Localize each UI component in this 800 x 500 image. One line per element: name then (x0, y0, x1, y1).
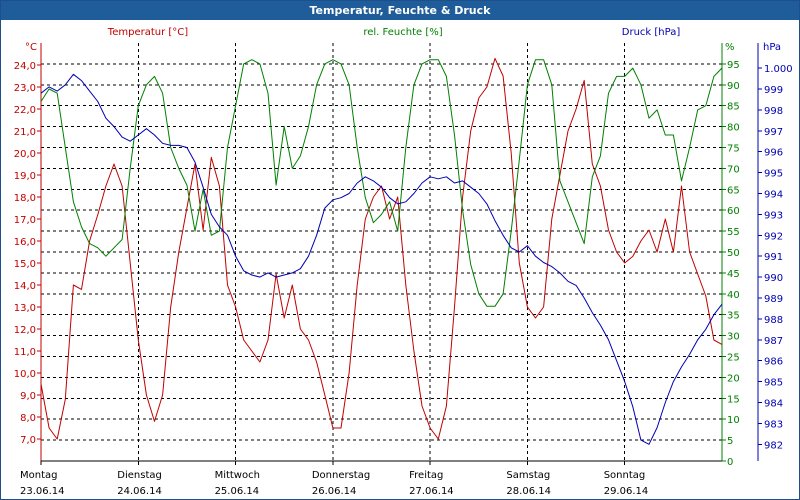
x-tick-date: 27.06.14 (409, 486, 454, 497)
pressure-tick-label: 991 (764, 252, 783, 263)
x-tick-date: 23.06.14 (20, 486, 65, 497)
humidity-tick-label: 30 (727, 332, 740, 343)
pressure-tick-label: 998 (764, 106, 783, 117)
humidity-unit-label: % (725, 42, 735, 53)
temperature-tick-label: 7,0 (20, 435, 36, 446)
pressure-tick-label: 993 (764, 210, 783, 221)
humidity-tick-label: 0 (727, 457, 733, 468)
pressure-tick-label: 990 (764, 273, 783, 284)
pressure-tick-label: 983 (764, 419, 783, 430)
temperature-tick-label: 10,0 (14, 369, 36, 380)
pressure-tick-label: 994 (764, 189, 783, 200)
humidity-tick-label: 95 (727, 60, 740, 71)
temperature-tick-label: 14,0 (14, 281, 36, 292)
temperature-tick-label: 20,0 (14, 149, 36, 160)
x-tick-weekday: Freitag (409, 470, 443, 481)
humidity-tick-label: 45 (727, 269, 740, 280)
temperature-tick-label: 24,0 (14, 61, 36, 72)
temperature-tick-label: 19,0 (14, 171, 36, 182)
axes (37, 43, 762, 465)
pressure-tick-label: 1.000 (764, 64, 793, 75)
pressure-tick-label: 984 (764, 398, 783, 409)
temperature-tick-label: 11,0 (14, 347, 36, 358)
pressure-tick-label: 985 (764, 378, 783, 389)
x-tick-weekday: Sonntag (604, 470, 646, 481)
x-tick-date: 26.06.14 (312, 486, 357, 497)
pressure-tick-label: 992 (764, 231, 783, 242)
pressure-tick-label: 982 (764, 440, 783, 451)
temperature-tick-label: 15,0 (14, 259, 36, 270)
humidity-tick-label: 60 (727, 206, 740, 217)
temperature-tick-label: 17,0 (14, 215, 36, 226)
pressure-tick-label: 995 (764, 169, 783, 180)
temperature-tick-label: 16,0 (14, 237, 36, 248)
temperature-tick-label: 9,0 (20, 391, 36, 402)
x-tick-weekday: Mittwoch (215, 470, 260, 481)
humidity-tick-label: 85 (727, 102, 740, 113)
temperature-tick-label: 12,0 (14, 325, 36, 336)
humidity-tick-label: 55 (727, 227, 740, 238)
weather-chart: 7,0 8,0 9,0 10,0 11,0 12,0 13,0 14,0 15,0 16,0 17,… (14, 27, 793, 497)
temperature-unit-label: °C (25, 42, 37, 53)
series (40, 57, 723, 445)
humidity-tick-label: 40 (727, 290, 740, 301)
x-tick-date: 29.06.14 (604, 486, 649, 497)
humidity-tick-label: 25 (727, 353, 740, 364)
pressure-tick-label: 999 (764, 85, 783, 96)
temperature-tick-label: 8,0 (20, 413, 36, 424)
humidity-tick-label: 75 (727, 144, 740, 155)
humidity-tick-label: 65 (727, 185, 740, 196)
humidity-tick-label: 35 (727, 311, 740, 322)
humidity-tick-label: 15 (727, 394, 740, 405)
x-tick-weekday: Dienstag (117, 470, 162, 481)
temperature-tick-label: 23,0 (14, 83, 36, 94)
humidity-tick-label: 80 (727, 123, 740, 134)
humidity-tick-label: 50 (727, 248, 740, 259)
x-tick-weekday: Samstag (506, 470, 550, 481)
pressure-unit-label: hPa (763, 42, 781, 53)
x-tick-weekday: Donnerstag (312, 470, 370, 481)
x-tick-date: 25.06.14 (215, 486, 260, 497)
x-tick-weekday: Montag (20, 470, 57, 481)
humidity-tick-label: 20 (727, 373, 740, 384)
humidity-tick-label: 70 (727, 164, 740, 175)
humidity-line (40, 59, 723, 307)
pressure-series-label: Druck [hPa] (622, 27, 681, 38)
humidity-tick-label: 90 (727, 81, 740, 92)
pressure-line (40, 73, 723, 445)
temperature-series-label: Temperatur [°C] (107, 27, 188, 38)
x-tick-date: 24.06.14 (117, 486, 162, 497)
temperature-tick-label: 21,0 (14, 127, 36, 138)
pressure-tick-label: 986 (764, 357, 783, 368)
temperature-tick-label: 18,0 (14, 193, 36, 204)
grid (41, 43, 722, 461)
x-tick-date: 28.06.14 (506, 486, 551, 497)
pressure-tick-label: 989 (764, 294, 783, 305)
pressure-tick-label: 987 (764, 336, 783, 347)
pressure-tick-label: 996 (764, 148, 783, 159)
humidity-series-label: rel. Feuchte [%] (363, 27, 442, 38)
temperature-tick-label: 22,0 (14, 105, 36, 116)
temperature-tick-label: 13,0 (14, 303, 36, 314)
humidity-tick-label: 10 (727, 415, 740, 426)
pressure-tick-label: 988 (764, 315, 783, 326)
pressure-tick-label: 997 (764, 127, 783, 138)
humidity-tick-label: 5 (727, 436, 733, 447)
temperature-line (40, 57, 723, 440)
